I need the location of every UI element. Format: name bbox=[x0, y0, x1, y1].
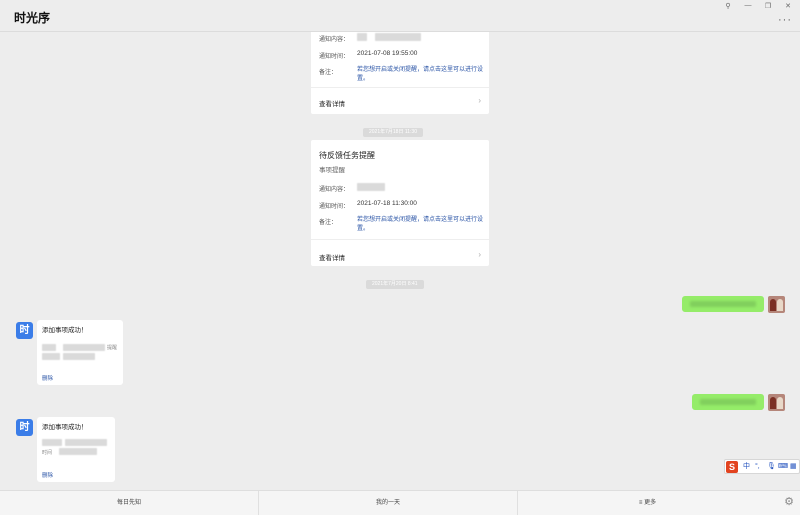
menu-my-day[interactable]: 我的一天 bbox=[259, 491, 518, 515]
close-icon[interactable]: ✕ bbox=[784, 2, 792, 10]
ime-mode-toggle[interactable]: 中 bbox=[743, 462, 750, 472]
title-bar: 时光序 ⚲ — ❐ ✕ ··· bbox=[0, 0, 800, 32]
redacted-content bbox=[375, 33, 421, 41]
minimize-icon[interactable]: — bbox=[744, 2, 752, 10]
redacted-message bbox=[700, 399, 756, 405]
bottom-menu: 每日先知 我的一天 ≡ 更多 bbox=[0, 490, 800, 515]
redacted-content bbox=[42, 353, 60, 360]
card-subtitle: 事项提醒 bbox=[319, 167, 345, 174]
notify-time-label: 通知时间： bbox=[319, 204, 350, 210]
menu-daily-prophet[interactable]: 每日先知 bbox=[0, 491, 259, 515]
sent-message-bubble[interactable] bbox=[692, 394, 764, 410]
bot-avatar[interactable]: 时 bbox=[16, 322, 33, 339]
settings-gear-icon[interactable]: ⚙ bbox=[784, 495, 794, 508]
chevron-right-icon: › bbox=[478, 250, 481, 259]
redacted-content bbox=[63, 344, 105, 351]
redacted-content bbox=[357, 33, 367, 41]
ime-toolbar[interactable]: S 中 °, 🎙 ⌨ ▦ bbox=[724, 459, 800, 474]
bot-message-bubble: 添加事项成功！ 提醒 删除 bbox=[37, 320, 123, 385]
reminder-card: 待反馈任务提醒 事项提醒 通知内容： 通知时间： 2021-07-18 11:3… bbox=[311, 140, 489, 266]
window-controls: ⚲ — ❐ ✕ bbox=[724, 2, 792, 10]
pin-icon[interactable]: ⚲ bbox=[724, 2, 732, 10]
chevron-right-icon: › bbox=[478, 96, 481, 105]
timestamp: 2021年7月20日 8:41 bbox=[366, 280, 424, 289]
redacted-content bbox=[63, 353, 95, 360]
redacted-content bbox=[42, 344, 56, 351]
microphone-icon[interactable]: 🎙 bbox=[767, 462, 776, 472]
restore-icon[interactable]: ❐ bbox=[764, 2, 772, 10]
message-title: 添加事项成功！ bbox=[42, 327, 88, 334]
redacted-content bbox=[59, 448, 97, 455]
keyboard-icon[interactable]: ⌨ bbox=[778, 462, 788, 472]
message-fragment: 提醒 bbox=[107, 345, 118, 351]
notify-time-value: 2021-07-08 19:55:00 bbox=[357, 50, 418, 57]
remark-label: 备注： bbox=[319, 70, 338, 76]
sent-message-bubble[interactable] bbox=[682, 296, 764, 312]
notify-content-label: 通知内容： bbox=[319, 187, 350, 193]
remark-link[interactable]: 若您想开启或关闭提醒，请点击这里可以进行设置。 bbox=[357, 66, 485, 84]
grid-icon[interactable]: ▦ bbox=[790, 462, 797, 472]
app-title: 时光序 bbox=[14, 11, 51, 25]
sogou-logo-icon[interactable]: S bbox=[726, 461, 738, 473]
more-options-icon[interactable]: ··· bbox=[778, 14, 792, 26]
chat-area[interactable]: 通知内容： 通知时间： 2021-07-08 19:55:00 备注： 若您想开… bbox=[0, 32, 800, 490]
delete-link[interactable]: 删除 bbox=[42, 374, 53, 382]
remark-label: 备注： bbox=[319, 220, 338, 226]
reminder-card: 通知内容： 通知时间： 2021-07-08 19:55:00 备注： 若您想开… bbox=[311, 32, 489, 114]
divider bbox=[311, 239, 489, 240]
remark-link[interactable]: 若您想开启或关闭提醒，请点击这里可以进行设置。 bbox=[357, 216, 485, 234]
user-avatar[interactable] bbox=[768, 394, 785, 411]
view-details-link[interactable]: 查看详情 bbox=[319, 252, 345, 262]
redacted-content bbox=[357, 183, 385, 191]
message-title: 添加事项成功！ bbox=[42, 424, 88, 431]
timestamp: 2021年7月18日 11:30 bbox=[363, 128, 423, 137]
ime-punct-toggle[interactable]: °, bbox=[755, 462, 760, 472]
notify-time-value: 2021-07-18 11:30:00 bbox=[357, 200, 417, 207]
notify-time-label: 通知时间： bbox=[319, 54, 350, 60]
bot-message-bubble: 添加事项成功！ 时间 删除 bbox=[37, 417, 115, 482]
redacted-content bbox=[42, 439, 62, 446]
redacted-message bbox=[690, 301, 756, 307]
delete-link[interactable]: 删除 bbox=[42, 471, 53, 479]
notify-content-label: 通知内容： bbox=[319, 37, 350, 43]
bot-avatar[interactable]: 时 bbox=[16, 419, 33, 436]
card-title: 待反馈任务提醒 bbox=[319, 151, 375, 160]
menu-more[interactable]: ≡ 更多 bbox=[518, 491, 777, 515]
user-avatar[interactable] bbox=[768, 296, 785, 313]
redacted-content bbox=[65, 439, 107, 446]
message-fragment: 时间 bbox=[42, 450, 53, 456]
divider bbox=[311, 87, 489, 88]
view-details-link[interactable]: 查看详情 bbox=[319, 98, 345, 108]
